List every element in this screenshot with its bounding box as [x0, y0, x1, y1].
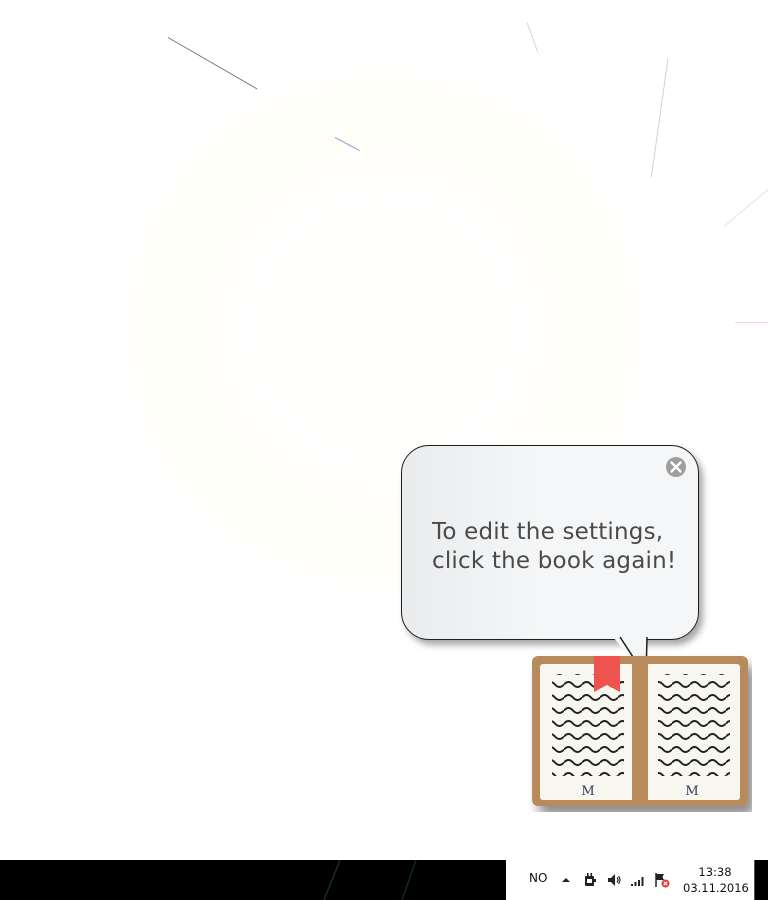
power-plug-icon[interactable] [582, 872, 598, 888]
settings-hint-text: To edit the settings, click the book aga… [432, 518, 702, 576]
hint-line-2: click the book again! [432, 548, 677, 574]
show-desktop-button[interactable] [754, 860, 768, 900]
hint-line-1: To edit the settings, [432, 519, 664, 545]
action-center-flag-icon[interactable] [654, 872, 670, 888]
wallpaper-streak [334, 137, 360, 152]
wallpaper-streak [650, 58, 669, 178]
wallpaper-streak [735, 322, 768, 323]
clock-date: 03.11.2016 [683, 881, 749, 895]
taskbar [0, 860, 768, 900]
book-left-text-lines [552, 674, 624, 776]
close-icon[interactable] [665, 456, 687, 478]
chevron-up-icon[interactable] [558, 872, 574, 888]
language-indicator[interactable]: NO [529, 871, 547, 885]
open-book-icon[interactable]: M M [528, 652, 752, 812]
signal-bars-icon[interactable] [630, 872, 646, 888]
wallpaper-streak [167, 37, 258, 90]
book-right-text-lines [658, 674, 730, 776]
wallpaper-streak [526, 22, 539, 53]
right-page-letter: M [685, 784, 698, 799]
speaker-icon[interactable] [606, 872, 622, 888]
taskbar-glint [323, 860, 417, 900]
left-page-letter: M [581, 784, 594, 799]
taskbar-clock[interactable]: 13:38 03.11.2016 [683, 864, 749, 896]
wallpaper-streak [723, 187, 768, 227]
clock-time: 13:38 [698, 865, 732, 879]
